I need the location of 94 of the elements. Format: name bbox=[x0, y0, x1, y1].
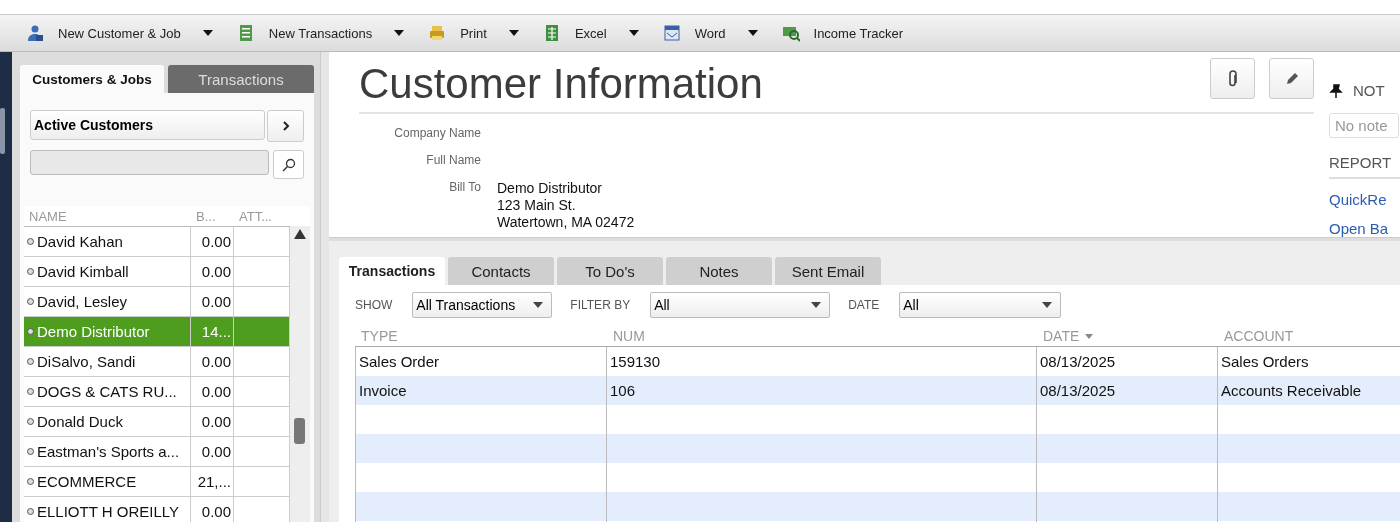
balance-value: 14... bbox=[201, 323, 231, 340]
document-icon bbox=[662, 24, 681, 42]
balance-value: 0.00 bbox=[201, 413, 231, 430]
caret-icon[interactable] bbox=[628, 30, 639, 36]
num-cell: 106 bbox=[610, 382, 636, 399]
customer-name: ELLIOTT H OREILLY bbox=[37, 503, 179, 520]
customer-row[interactable]: DOGS & CATS RU... 0.00 bbox=[24, 377, 291, 407]
caret-icon[interactable] bbox=[202, 30, 213, 36]
balance-value: 0.00 bbox=[201, 263, 231, 280]
person-icon bbox=[26, 24, 44, 42]
caret-icon bbox=[533, 302, 544, 308]
customer-name: David Kahan bbox=[37, 233, 123, 250]
filter-dropdown[interactable]: All bbox=[650, 292, 831, 318]
scrollbar[interactable] bbox=[290, 226, 310, 522]
panel-tab[interactable]: Transactions bbox=[168, 65, 314, 93]
tab[interactable]: Transactions bbox=[339, 257, 445, 285]
customer-filter-button[interactable]: Active Customers bbox=[30, 110, 265, 140]
balance-value: 0.00 bbox=[201, 503, 231, 520]
customer-name: Demo Distributor bbox=[37, 323, 150, 340]
tab[interactable]: Sent Email bbox=[775, 257, 881, 285]
tab[interactable]: Contacts bbox=[448, 257, 554, 285]
account-cell: Sales Orders bbox=[1221, 353, 1309, 370]
pin-icon[interactable] bbox=[1329, 83, 1343, 98]
customer-row[interactable]: ECOMMERCE 21,... bbox=[24, 467, 291, 497]
reports-heading: REPORT bbox=[1329, 154, 1400, 179]
customer-name: Donald Duck bbox=[37, 413, 123, 430]
toolbar-button[interactable]: Income Tracker bbox=[781, 24, 904, 42]
account-cell: Accounts Receivable bbox=[1221, 382, 1362, 399]
date-cell: 08/13/2025 bbox=[1040, 382, 1116, 399]
tab[interactable]: Notes bbox=[666, 257, 772, 285]
customer-name: Eastman's Sports a... bbox=[37, 443, 180, 460]
customer-row[interactable]: Donald Duck 0.00 bbox=[24, 407, 291, 437]
customer-name: DOGS & CATS RU... bbox=[37, 383, 177, 400]
field-label: Company Name bbox=[393, 126, 481, 140]
field-label: Bill To bbox=[448, 180, 481, 196]
customer-name: DiSalvo, Sandi bbox=[37, 353, 136, 370]
customer-name: David, Lesley bbox=[37, 293, 128, 310]
toolbar-button[interactable]: Excel bbox=[542, 24, 607, 42]
report-link[interactable]: Open Ba bbox=[1329, 220, 1400, 237]
balance-value: 21,... bbox=[197, 473, 231, 490]
type-cell: Sales Order bbox=[359, 353, 440, 370]
balance-value: 0.00 bbox=[201, 383, 231, 400]
transaction-row[interactable]: Invoice 106 08/13/2025 Accounts Receivable bbox=[355, 376, 1400, 405]
caret-icon[interactable] bbox=[394, 30, 405, 36]
chart-search-icon bbox=[781, 24, 800, 42]
search-icon bbox=[281, 157, 296, 172]
type-cell: Invoice bbox=[359, 382, 407, 399]
customer-row[interactable]: Eastman's Sports a... 0.00 bbox=[24, 437, 291, 467]
attach-button[interactable] bbox=[1210, 58, 1255, 99]
customer-name: David Kimball bbox=[37, 263, 129, 280]
tab[interactable]: To Do's bbox=[557, 257, 663, 285]
customer-row[interactable]: David, Lesley 0.00 bbox=[24, 287, 291, 317]
filter-label: FILTER BY bbox=[570, 298, 631, 312]
balance-value: 0.00 bbox=[201, 443, 231, 460]
address-line: Demo Distributor bbox=[497, 180, 604, 197]
date-cell: 08/13/2025 bbox=[1040, 353, 1116, 370]
printer-icon bbox=[428, 24, 447, 42]
toolbar-button[interactable]: Word bbox=[662, 24, 726, 42]
page-title: Customer Information bbox=[359, 60, 763, 108]
customer-row[interactable]: ELLIOTT H OREILLY 0.00 bbox=[24, 497, 291, 522]
field-label: Full Name bbox=[425, 153, 481, 167]
caret-icon bbox=[811, 302, 822, 308]
caret-icon[interactable] bbox=[508, 30, 519, 36]
customer-name: ECOMMERCE bbox=[37, 473, 137, 490]
address-line: Watertown, MA 02472 bbox=[497, 214, 636, 231]
balance-value: 0.00 bbox=[201, 293, 231, 310]
notes-heading: NOT bbox=[1353, 82, 1385, 99]
customer-row[interactable]: David Kahan 0.00 bbox=[24, 227, 291, 257]
caret-icon[interactable] bbox=[747, 30, 758, 36]
filter-dropdown[interactable]: All Transactions bbox=[412, 292, 553, 318]
toolbar-button[interactable]: Print bbox=[428, 24, 487, 42]
report-link[interactable]: QuickRe bbox=[1329, 191, 1400, 208]
toolbar-button[interactable]: New Transactions bbox=[236, 24, 373, 42]
address-line: 123 Main St. bbox=[497, 197, 577, 214]
customer-row[interactable]: DiSalvo, Sandi 0.00 bbox=[24, 347, 291, 377]
num-cell: 159130 bbox=[610, 353, 661, 370]
paperclip-icon bbox=[1226, 69, 1239, 88]
sort-icon bbox=[1085, 333, 1094, 339]
search-button[interactable] bbox=[273, 150, 304, 179]
balance-value: 0.00 bbox=[201, 353, 231, 370]
scroll-up-icon[interactable] bbox=[294, 229, 307, 239]
filter-label: SHOW bbox=[355, 298, 393, 312]
caret-icon bbox=[1042, 302, 1053, 308]
search-field[interactable] bbox=[30, 150, 269, 175]
scroll-thumb[interactable] bbox=[294, 418, 306, 444]
toolbar-button[interactable]: New Customer & Job bbox=[26, 24, 181, 42]
panel-tab[interactable]: Customers & Jobs bbox=[20, 65, 164, 93]
filter-label: DATE bbox=[848, 298, 880, 312]
chevron-right-icon bbox=[281, 121, 290, 131]
expand-button[interactable] bbox=[267, 110, 304, 142]
balance-value: 0.00 bbox=[201, 233, 231, 250]
filter-dropdown[interactable]: All bbox=[899, 292, 1062, 318]
edit-button[interactable] bbox=[1269, 58, 1314, 99]
customer-row[interactable]: David Kimball 0.00 bbox=[24, 257, 291, 287]
